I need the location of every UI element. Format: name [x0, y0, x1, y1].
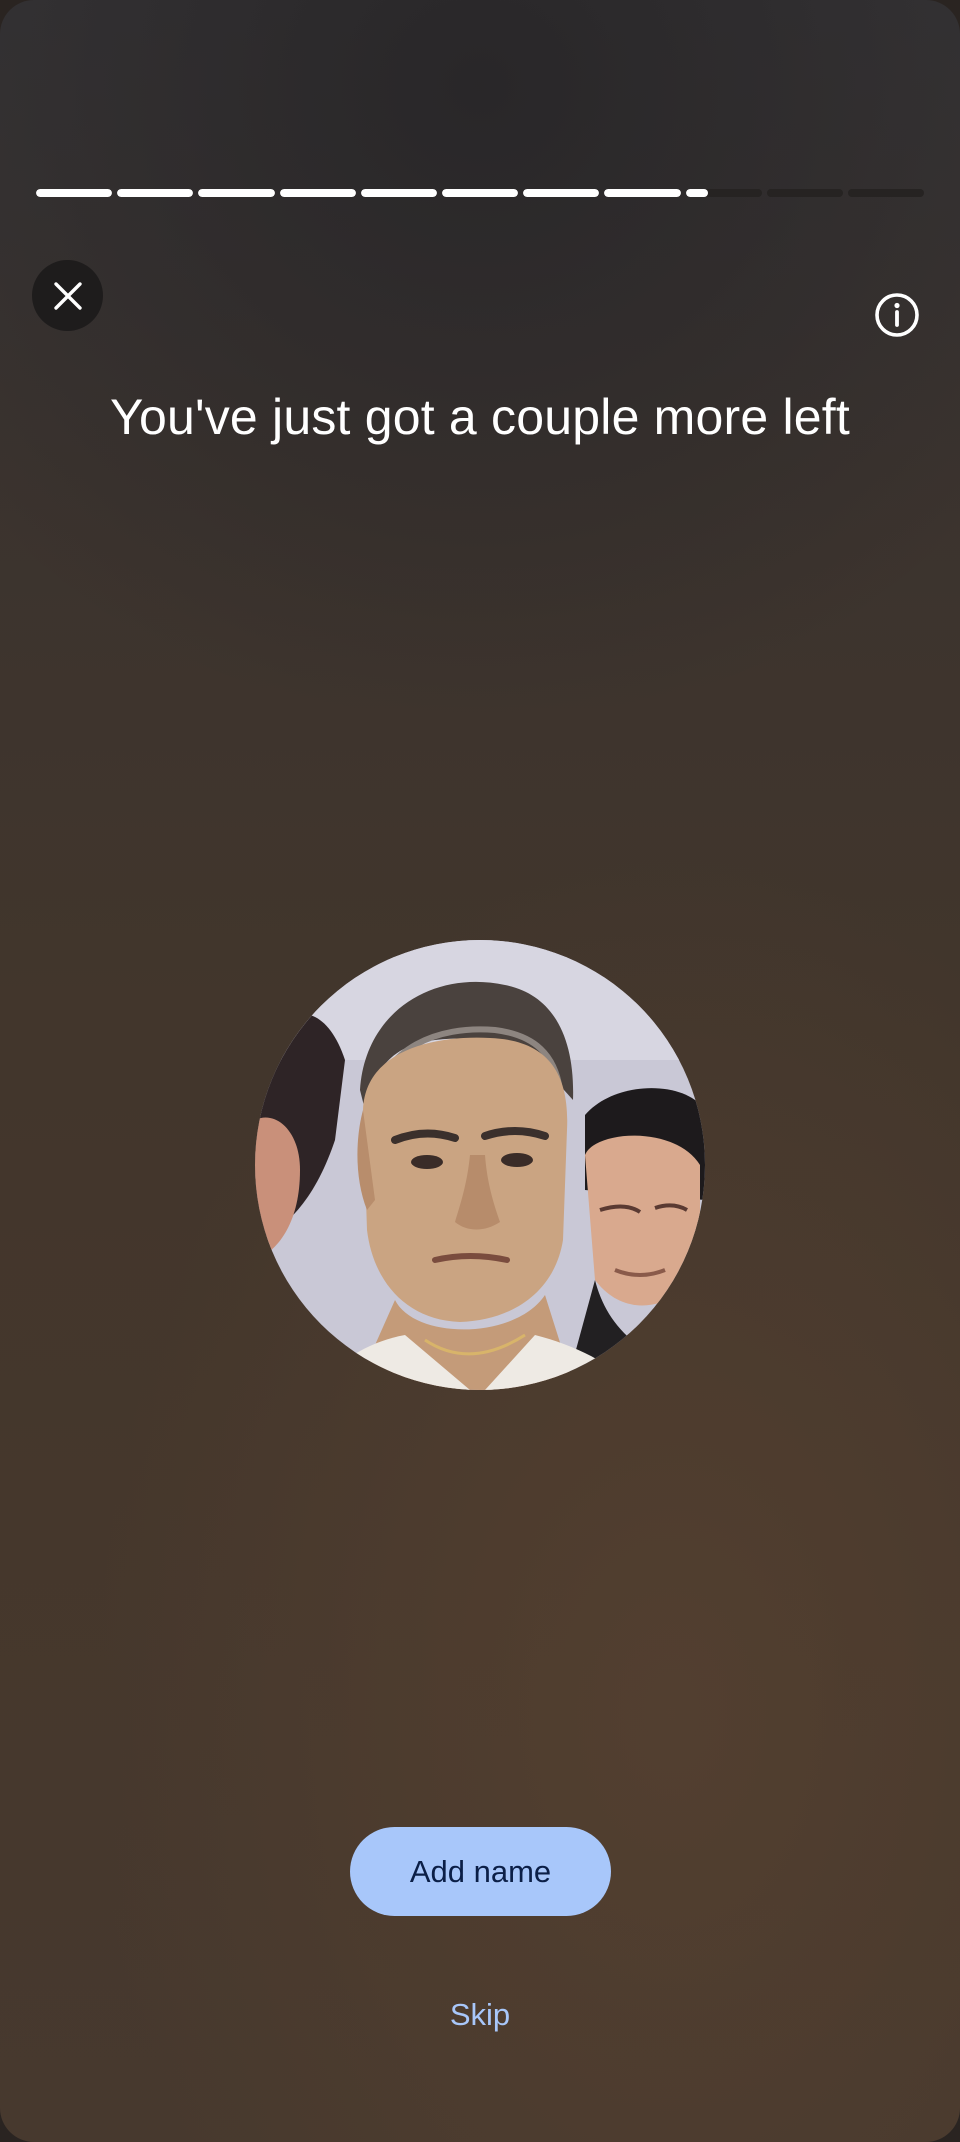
progress-segment: [117, 189, 194, 197]
progress-indicator: [36, 189, 925, 197]
face-naming-screen: You've just got a couple more left Add n…: [0, 0, 960, 2142]
progress-segment: [36, 189, 113, 197]
progress-segment: [685, 189, 762, 197]
progress-segment: [766, 189, 843, 197]
progress-segment: [360, 189, 437, 197]
progress-segment: [198, 189, 275, 197]
close-button[interactable]: [32, 260, 103, 331]
info-icon: [875, 293, 919, 337]
face-photo: [255, 940, 705, 1390]
close-icon: [53, 281, 82, 310]
add-name-button[interactable]: Add name: [350, 1827, 611, 1916]
info-button[interactable]: [870, 288, 924, 342]
skip-button[interactable]: Skip: [410, 1990, 550, 2040]
progress-segment: [279, 189, 356, 197]
progress-segment: [441, 189, 519, 197]
progress-segment: [604, 189, 681, 197]
page-title: You've just got a couple more left: [110, 389, 850, 445]
progress-segment: [523, 189, 600, 197]
progress-segment: [847, 189, 925, 197]
